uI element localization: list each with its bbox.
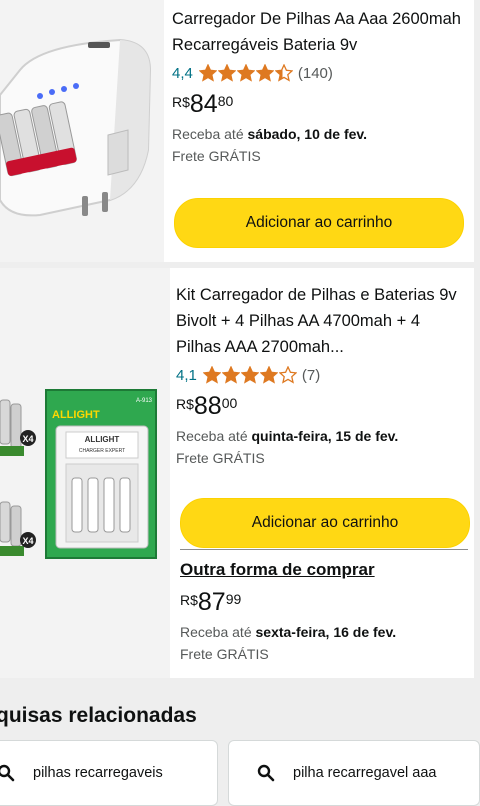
product-card[interactable]: Carregador De Pilhas Aa Aaa 2600mah Reca… bbox=[0, 0, 474, 262]
add-to-cart-button[interactable]: Adicionar ao carrinho bbox=[174, 198, 464, 248]
price: R$ 88 00 bbox=[176, 392, 468, 420]
delivery-prefix: Receba até bbox=[172, 126, 248, 142]
related-search-chip[interactable]: pilhas recarregaveis bbox=[0, 740, 218, 806]
related-search-chip[interactable]: pilha recarregavel aaa bbox=[228, 740, 480, 806]
price-whole: 88 bbox=[193, 392, 222, 420]
price-currency: R$ bbox=[176, 396, 194, 412]
multiplier-label: X4 bbox=[22, 434, 33, 444]
star-icon bbox=[274, 64, 293, 82]
sku-label: A-913 bbox=[136, 398, 153, 404]
battery-charger-image bbox=[0, 38, 152, 217]
star-icon bbox=[198, 64, 217, 82]
search-icon bbox=[0, 764, 15, 782]
product-title[interactable]: Carregador De Pilhas Aa Aaa 2600mah Reca… bbox=[172, 6, 468, 58]
delivery-date: sábado, 10 de fev. bbox=[247, 126, 368, 142]
price-cents: 99 bbox=[225, 591, 242, 607]
brand-label: ALLIGHT bbox=[85, 435, 120, 444]
product-title[interactable]: Kit Carregador de Pilhas e Baterias 9v B… bbox=[176, 282, 468, 360]
price-whole: 87 bbox=[197, 588, 226, 616]
price-cents: 80 bbox=[217, 93, 234, 109]
product-image[interactable]: X4 X4 ALLIGHT A-913 ALLIGHT CHARGER EXPE… bbox=[0, 268, 170, 678]
delivery-estimate: Receba até sexta-feira, 16 de fev. bbox=[180, 624, 468, 640]
star-icon bbox=[255, 64, 274, 82]
charger-kit-image: X4 X4 ALLIGHT A-913 ALLIGHT CHARGER EXPE… bbox=[0, 389, 157, 559]
star-icon bbox=[240, 366, 259, 384]
related-searches-heading: quisas relacionadas bbox=[0, 704, 197, 727]
price: R$ 84 80 bbox=[172, 90, 468, 118]
other-offer-price: R$ 87 99 bbox=[180, 588, 468, 616]
price-whole: 84 bbox=[189, 90, 218, 118]
delivery-estimate: Receba até sábado, 10 de fev. bbox=[172, 126, 468, 142]
add-to-cart-button[interactable]: Adicionar ao carrinho bbox=[180, 498, 470, 548]
price-cents: 00 bbox=[221, 395, 238, 411]
star-icon bbox=[221, 366, 240, 384]
product-card[interactable]: X4 X4 ALLIGHT A-913 ALLIGHT CHARGER EXPE… bbox=[0, 268, 474, 678]
star-icon bbox=[259, 366, 278, 384]
product-image[interactable] bbox=[0, 0, 164, 262]
price-currency: R$ bbox=[172, 94, 190, 110]
star-rating bbox=[202, 366, 298, 384]
shipping-info: Frete GRÁTIS bbox=[176, 450, 265, 466]
delivery-prefix: Receba até bbox=[176, 428, 252, 444]
related-search-label: pilha recarregavel aaa bbox=[293, 765, 437, 781]
star-rating bbox=[198, 64, 294, 82]
delivery-prefix: Receba até bbox=[180, 624, 256, 640]
review-count[interactable]: (7) bbox=[302, 367, 320, 384]
battery-pack-icon bbox=[0, 399, 24, 556]
star-icon bbox=[236, 64, 255, 82]
delivery-date: sexta-feira, 16 de fev. bbox=[255, 624, 397, 640]
price-currency: R$ bbox=[180, 592, 198, 608]
delivery-date: quinta-feira, 15 de fev. bbox=[251, 428, 399, 444]
model-label: CHARGER EXPERT bbox=[79, 448, 125, 454]
multiplier-label: X4 bbox=[22, 536, 33, 546]
search-icon bbox=[257, 764, 275, 782]
star-icon bbox=[202, 366, 221, 384]
shipping-info: Frete GRÁTIS bbox=[180, 646, 269, 662]
rating-value: 4,1 bbox=[176, 366, 197, 384]
other-offer[interactable]: Outra forma de comprar R$ 87 99 Receba a… bbox=[180, 560, 468, 662]
rating-row[interactable]: 4,1 (7) bbox=[176, 366, 468, 384]
rating-row[interactable]: 4,4 (140) bbox=[172, 64, 468, 82]
other-offer-link[interactable]: Outra forma de comprar bbox=[180, 560, 468, 580]
rating-value: 4,4 bbox=[172, 64, 193, 82]
delivery-estimate: Receba até quinta-feira, 15 de fev. bbox=[176, 428, 468, 444]
brand-label: ALLIGHT bbox=[52, 409, 100, 421]
star-icon bbox=[278, 366, 297, 384]
related-search-label: pilhas recarregaveis bbox=[33, 765, 163, 781]
star-icon bbox=[217, 64, 236, 82]
divider bbox=[180, 549, 468, 550]
shipping-info: Frete GRÁTIS bbox=[172, 148, 261, 164]
review-count[interactable]: (140) bbox=[298, 65, 333, 82]
